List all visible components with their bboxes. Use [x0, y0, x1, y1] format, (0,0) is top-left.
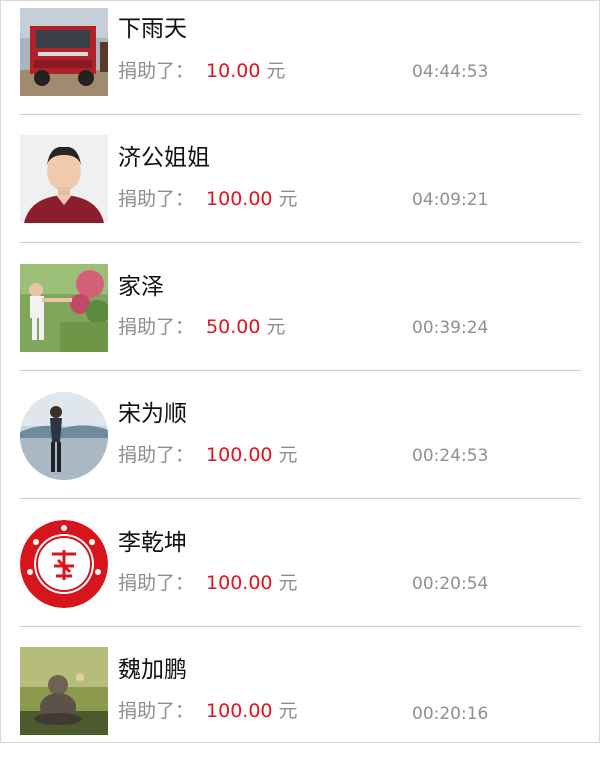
- donation-info: 捐助了： 50.00 元: [118, 318, 285, 337]
- donor-name: 家泽: [118, 274, 164, 300]
- donation-row[interactable]: 下雨天 捐助了： 10.00 元 04:44:53: [0, 0, 600, 128]
- person-by-water-photo-icon: [20, 392, 108, 480]
- donation-amount: 100.00: [206, 700, 273, 722]
- donation-time: 00:39:24: [412, 318, 489, 338]
- woman-portrait-photo-icon: [20, 135, 108, 223]
- donation-amount: 10.00: [206, 60, 261, 82]
- donated-label: 捐助了：: [118, 60, 195, 82]
- donation-row[interactable]: 魏加鹏 捐助了： 100.00 元 00:20:16: [0, 640, 600, 768]
- currency-unit: 元: [266, 316, 286, 338]
- currency-unit: 元: [278, 188, 298, 210]
- donor-name: 魏加鹏: [118, 657, 187, 683]
- donation-row[interactable]: 济公姐姐 捐助了： 100.00 元 04:09:21: [0, 128, 600, 256]
- donated-label: 捐助了：: [118, 700, 195, 722]
- donation-info: 捐助了： 100.00 元: [118, 190, 298, 209]
- row-divider: [20, 626, 581, 627]
- currency-unit: 元: [278, 572, 298, 594]
- donation-amount: 100.00: [206, 572, 273, 594]
- row-divider: [20, 114, 581, 115]
- donated-label: 捐助了：: [118, 572, 195, 594]
- avatar: [20, 135, 108, 223]
- donation-time: 00:20:16: [412, 704, 489, 724]
- donor-name: 济公姐姐: [118, 145, 210, 171]
- red-seal-logo-icon: [20, 520, 108, 608]
- donation-time: 04:09:21: [412, 190, 489, 210]
- avatar: [20, 647, 108, 735]
- donation-amount: 100.00: [206, 444, 273, 466]
- donation-info: 捐助了： 10.00 元: [118, 62, 285, 81]
- donated-label: 捐助了：: [118, 188, 195, 210]
- buddha-statue-photo-icon: [20, 647, 108, 735]
- donor-name: 李乾坤: [118, 530, 187, 556]
- donated-label: 捐助了：: [118, 444, 195, 466]
- donation-info: 捐助了： 100.00 元: [118, 446, 298, 465]
- donor-name: 下雨天: [118, 16, 187, 42]
- avatar: [20, 264, 108, 352]
- donation-row[interactable]: 李乾坤 捐助了： 100.00 元 00:20:54: [0, 512, 600, 640]
- donation-row[interactable]: 宋为顺 捐助了： 100.00 元 00:24:53: [0, 384, 600, 512]
- row-divider: [20, 370, 581, 371]
- avatar: [20, 520, 108, 608]
- currency-unit: 元: [278, 444, 298, 466]
- red-truck-photo-icon: [20, 8, 108, 96]
- donation-amount: 50.00: [206, 316, 261, 338]
- avatar: [20, 8, 108, 96]
- donated-label: 捐助了：: [118, 316, 195, 338]
- donation-time: 00:24:53: [412, 446, 489, 466]
- donation-info: 捐助了： 100.00 元: [118, 574, 298, 593]
- donation-row[interactable]: 家泽 捐助了： 50.00 元 00:39:24: [0, 256, 600, 384]
- currency-unit: 元: [278, 700, 298, 722]
- row-divider: [20, 242, 581, 243]
- child-in-garden-photo-icon: [20, 264, 108, 352]
- donor-name: 宋为顺: [118, 401, 187, 427]
- avatar: [20, 392, 108, 480]
- donation-info: 捐助了： 100.00 元: [118, 702, 298, 721]
- donation-amount: 100.00: [206, 188, 273, 210]
- row-divider: [20, 498, 581, 499]
- donation-time: 04:44:53: [412, 62, 489, 82]
- currency-unit: 元: [266, 60, 286, 82]
- donation-time: 00:20:54: [412, 574, 489, 594]
